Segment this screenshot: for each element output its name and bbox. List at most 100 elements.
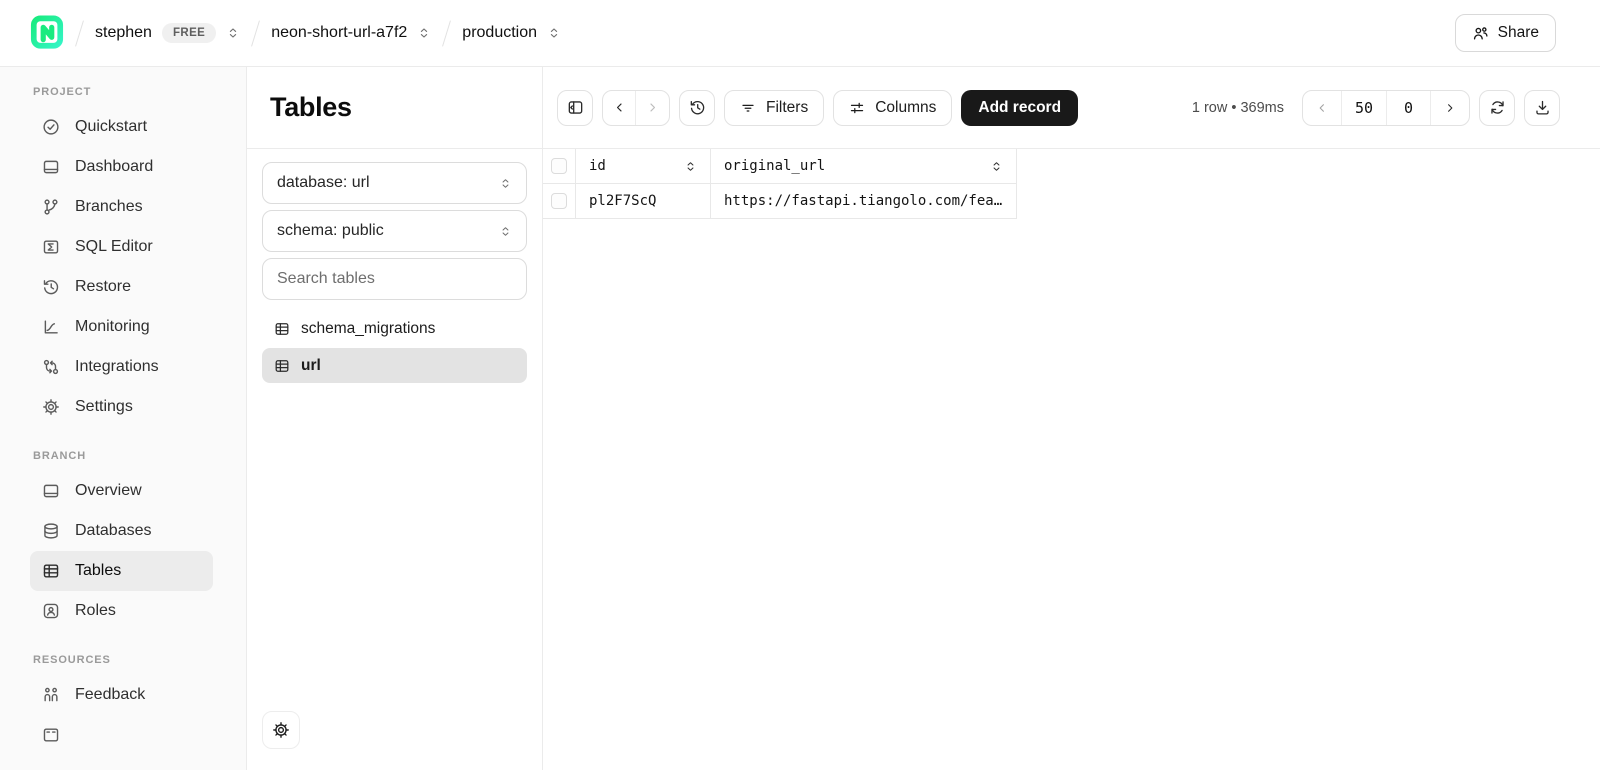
project-name: neon-short-url-a7f2 (271, 24, 407, 42)
user-square-icon (42, 602, 60, 620)
page-prev-button[interactable] (1303, 91, 1341, 125)
sidebar-item-restore[interactable]: Restore (30, 267, 213, 307)
cell-value: pl2F7ScQ (589, 193, 656, 209)
page-offset-field[interactable]: 0 (1386, 91, 1431, 125)
git-compare-icon (42, 358, 60, 376)
select-all-checkbox[interactable] (551, 158, 567, 174)
data-grid: id original_url pl2F7ScQ (543, 149, 1600, 219)
sidebar-item-label: Databases (75, 522, 152, 540)
sidebar-item-overview[interactable]: Overview (30, 471, 213, 511)
sql-editor-icon (42, 238, 60, 256)
sidebar-section-branch: BRANCH Overview Databases Tables (30, 450, 213, 631)
panel-settings-button[interactable] (262, 711, 300, 749)
download-button[interactable] (1524, 90, 1560, 126)
sidebar-item-branches[interactable]: Branches (30, 187, 213, 227)
org-name: stephen (95, 24, 152, 42)
row-select-cell (543, 184, 576, 219)
sidebar-item-label: Settings (75, 398, 133, 416)
chevron-updown-icon[interactable] (547, 26, 561, 40)
column-header-label: id (589, 158, 606, 174)
sidebar-item-partial[interactable] (30, 715, 213, 755)
breadcrumb-project[interactable]: neon-short-url-a7f2 (271, 24, 431, 42)
table-icon (42, 562, 60, 580)
history-clock-icon (42, 278, 60, 296)
database-icon (42, 522, 60, 540)
sidebar-item-roles[interactable]: Roles (30, 591, 213, 631)
table-name: url (301, 357, 321, 375)
sidebar-section-title: PROJECT (33, 86, 213, 98)
chart-line-icon (42, 318, 60, 336)
history-clock-icon (689, 99, 706, 116)
schema-select[interactable]: schema: public (262, 210, 527, 252)
sidebar-section-title: RESOURCES (33, 654, 213, 666)
collapse-panel-button[interactable] (557, 90, 593, 126)
breadcrumb-divider (442, 20, 451, 46)
table-row[interactable]: pl2F7ScQ https://fastapi.tiangolo.com/fe… (543, 184, 1600, 219)
gear-icon (42, 398, 60, 416)
sidebar-item-feedback[interactable]: Feedback (30, 675, 213, 715)
sidebar-item-databases[interactable]: Databases (30, 511, 213, 551)
sidebar-item-label: Dashboard (75, 158, 153, 176)
breadcrumb-org[interactable]: stephen FREE (95, 23, 240, 43)
page-size-field[interactable]: 50 (1341, 91, 1386, 125)
panel-collapse-icon (567, 99, 584, 116)
sidebar-item-tables[interactable]: Tables (30, 551, 213, 591)
row-checkbox[interactable] (551, 193, 567, 209)
breadcrumb-divider (251, 20, 260, 46)
sidebar-item-label: Tables (75, 562, 121, 580)
sidebar-item-label: Roles (75, 602, 116, 620)
sidebar-item-sql-editor[interactable]: SQL Editor (30, 227, 213, 267)
chevron-updown-icon[interactable] (417, 26, 431, 40)
sidebar-section-resources: RESOURCES Feedback (30, 654, 213, 755)
sidebar-item-label: Restore (75, 278, 131, 296)
table-list-item-url[interactable]: url (262, 348, 527, 383)
sort-updown-icon[interactable] (990, 160, 1003, 173)
page-next-button[interactable] (1431, 91, 1469, 125)
check-circle-icon (42, 118, 60, 136)
breadcrumb-branch[interactable]: production (462, 24, 561, 42)
chevron-right-icon (1443, 101, 1457, 115)
chevron-right-icon (645, 100, 660, 115)
download-icon (1534, 99, 1551, 116)
database-select-value: database: url (277, 174, 370, 192)
forward-button[interactable] (636, 91, 669, 125)
cell-original-url[interactable]: https://fastapi.tiangolo.com/fea… (711, 184, 1017, 219)
column-header-id[interactable]: id (576, 149, 711, 184)
sidebar-item-integrations[interactable]: Integrations (30, 347, 213, 387)
table-list: schema_migrations url (247, 300, 542, 385)
table-list-item-schema-migrations[interactable]: schema_migrations (262, 311, 527, 346)
gear-icon (272, 721, 290, 739)
database-select[interactable]: database: url (262, 162, 527, 204)
sidebar-item-dashboard[interactable]: Dashboard (30, 147, 213, 187)
filter-icon (740, 100, 756, 116)
sidebar-item-monitoring[interactable]: Monitoring (30, 307, 213, 347)
sort-updown-icon[interactable] (684, 160, 697, 173)
table-icon (274, 358, 290, 374)
sidebar-item-quickstart[interactable]: Quickstart (30, 107, 213, 147)
cell-id[interactable]: pl2F7ScQ (576, 184, 711, 219)
search-tables-input[interactable] (262, 258, 527, 300)
neon-logo-icon[interactable] (30, 15, 64, 51)
git-branch-icon (42, 198, 60, 216)
docs-icon (42, 726, 60, 744)
filters-button[interactable]: Filters (724, 90, 824, 126)
query-history-button[interactable] (679, 90, 715, 126)
sidebar-item-label: Feedback (75, 686, 145, 704)
table-name: schema_migrations (301, 320, 435, 338)
window-icon (42, 158, 60, 176)
sidebar-item-settings[interactable]: Settings (30, 387, 213, 427)
add-record-label: Add record (978, 99, 1061, 117)
columns-button[interactable]: Columns (833, 90, 952, 126)
share-button[interactable]: Share (1455, 14, 1556, 52)
back-button[interactable] (603, 91, 636, 125)
sidebar-item-label: Overview (75, 482, 142, 500)
sidebar-section-project: PROJECT Quickstart Dashboard Branches (30, 86, 213, 427)
chevron-updown-icon[interactable] (226, 26, 240, 40)
refresh-button[interactable] (1479, 90, 1515, 126)
column-header-original-url[interactable]: original_url (711, 149, 1017, 184)
sidebar-item-label: Quickstart (75, 118, 147, 136)
add-record-button[interactable]: Add record (961, 90, 1078, 126)
filters-label: Filters (766, 99, 808, 117)
grid-header-row: id original_url (543, 149, 1600, 184)
sidebar-item-label: Monitoring (75, 318, 150, 336)
